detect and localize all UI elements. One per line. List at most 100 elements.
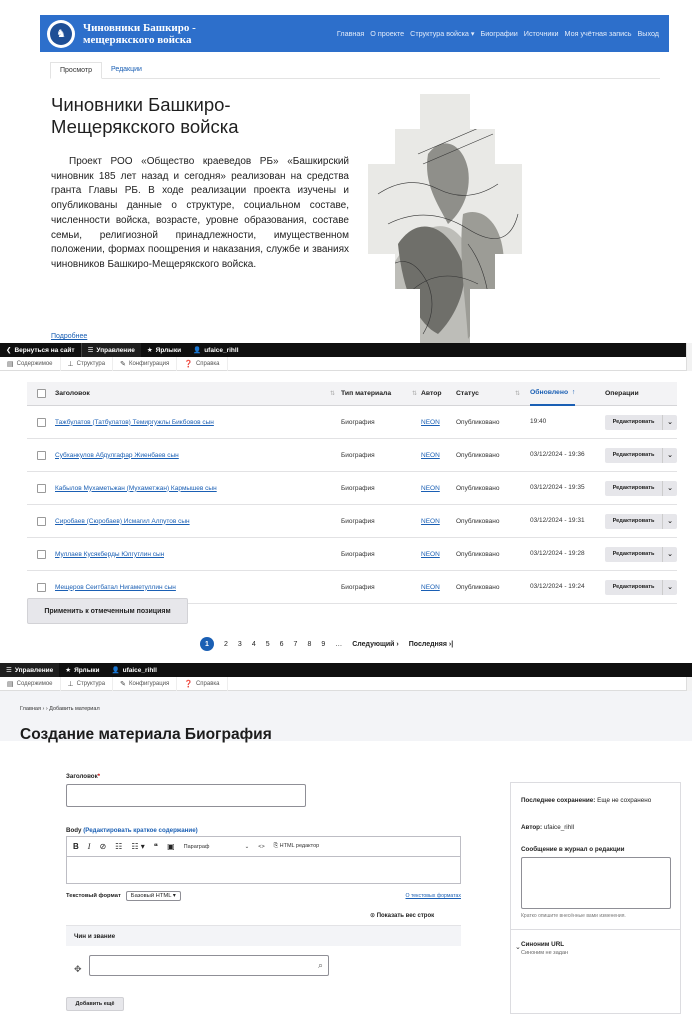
toolbar-user[interactable]: 👤 ufaice_rihll	[106, 663, 163, 677]
edit-button[interactable]: Редактировать	[605, 546, 663, 562]
pager-item[interactable]: 5	[266, 641, 270, 648]
numbered-list-icon[interactable]: ☷ ▾	[131, 842, 144, 851]
breadcrumb[interactable]: Главная › › Добавить материал	[20, 706, 100, 712]
row-title-link[interactable]: Тажбулатов (Татбулатов) Темиргужлы Бикбо…	[55, 419, 214, 426]
nav-about[interactable]: О проекте	[370, 29, 404, 38]
code-icon[interactable]: <>	[258, 844, 264, 850]
back-to-site[interactable]: ❮ Вернуться на сайт	[0, 343, 81, 357]
read-more-link[interactable]: Подробнее	[51, 333, 87, 340]
link-icon[interactable]: ⊘	[99, 842, 106, 851]
tab-revisions[interactable]: Редакции	[102, 62, 151, 79]
dropdown-toggle-icon[interactable]: ⌄	[663, 514, 677, 529]
dropdown-toggle-icon[interactable]: ⌄	[663, 448, 677, 463]
text-format-help-link[interactable]: О текстовых форматах	[406, 893, 462, 899]
row-title-link[interactable]: Муллаев Кусякберды Юлгутлин сын	[55, 551, 164, 558]
dropdown-toggle-icon[interactable]: ⌄	[663, 580, 677, 595]
toolbar-shortcuts[interactable]: ★ Ярлыки	[141, 343, 187, 357]
bold-button[interactable]: B	[73, 842, 79, 851]
toolbar-manage[interactable]: ☰ Управление	[81, 343, 141, 357]
row-title-link[interactable]: Мещеров Сеитбатал Нигаметуллин сын	[55, 584, 176, 591]
subbar-structure[interactable]: ⊥ Структура	[61, 676, 114, 691]
th-author[interactable]: Автор	[421, 390, 456, 397]
italic-button[interactable]: I	[88, 842, 91, 851]
row-title-link[interactable]: Кабылов Мухаметьжан (Мухаметжан) Кармыше…	[55, 485, 217, 492]
row-checkbox[interactable]	[36, 516, 46, 526]
row-author-link[interactable]: NEON	[421, 419, 440, 426]
edit-button[interactable]: Редактировать	[605, 447, 663, 463]
pager-item[interactable]: 7	[294, 641, 298, 648]
pager-last[interactable]: Последняя ›|	[409, 641, 453, 648]
th-updated[interactable]: Обновлено ↑	[530, 382, 576, 406]
rank-autocomplete-input[interactable]: ⌕	[89, 955, 329, 976]
row-checkbox[interactable]	[36, 483, 46, 493]
revision-log-textarea[interactable]	[521, 857, 671, 909]
show-row-weights-button[interactable]: ⊙ Показать вес строк	[370, 912, 434, 919]
nav-biographies[interactable]: Биографии	[481, 29, 518, 38]
dropdown-toggle-icon[interactable]: ⌄	[663, 481, 677, 496]
dropdown-toggle-icon[interactable]: ⌄	[663, 415, 677, 430]
edit-button[interactable]: Редактировать	[605, 480, 663, 496]
nav-logout[interactable]: Выход	[637, 29, 659, 38]
subbar-help[interactable]: ❓ Справка	[177, 676, 228, 691]
toolbar-manage[interactable]: ☰ Управление	[0, 663, 60, 677]
image-icon[interactable]: ▣	[167, 842, 175, 851]
body-editor[interactable]	[66, 856, 461, 884]
th-title[interactable]: Заголовок ⇅	[55, 390, 341, 397]
row-title-cell: Субханкулов Абдулгафар Жиенбаев сын	[55, 452, 341, 459]
bulleted-list-icon[interactable]: ☷	[115, 842, 122, 851]
row-author-link[interactable]: NEON	[421, 518, 440, 525]
row-title-link[interactable]: Сиробаев (Сюробаев) Исмагил Алпутов сын	[55, 518, 190, 525]
row-author-link[interactable]: NEON	[421, 452, 440, 459]
edit-button[interactable]: Редактировать	[605, 414, 663, 430]
title-input[interactable]	[66, 784, 306, 807]
subbar-config[interactable]: ✎ Конфигурация	[113, 356, 178, 371]
drag-handle-icon[interactable]: ✥	[74, 964, 82, 975]
subbar-structure[interactable]: ⊥ Структура	[61, 356, 114, 371]
nav-structure[interactable]: Структура войска ▾	[410, 29, 474, 38]
pager-item[interactable]: 6	[280, 641, 284, 648]
edit-summary-link[interactable]: (Редактировать краткое содержание)	[83, 827, 198, 834]
row-checkbox[interactable]	[36, 417, 46, 427]
apply-to-selected-button[interactable]: Применить к отмеченным позициям	[27, 598, 188, 624]
row-author-link[interactable]: NEON	[421, 485, 440, 492]
site-name[interactable]: Чиновники Башкиро - мещерякского войска	[83, 22, 233, 46]
nav-sources[interactable]: Источники	[524, 29, 559, 38]
toolbar-shortcuts[interactable]: ★ Ярлыки	[59, 663, 105, 677]
toolbar-user[interactable]: 👤 ufaice_rihll	[187, 343, 244, 357]
pager-item[interactable]: 9	[321, 641, 325, 648]
edit-button[interactable]: Редактировать	[605, 513, 663, 529]
url-alias-toggle[interactable]: Синоним URL Синоним не задан	[521, 941, 568, 956]
row-checkbox[interactable]	[36, 549, 46, 559]
add-more-button[interactable]: Добавить ещё	[66, 997, 124, 1011]
dropdown-toggle-icon[interactable]: ⌄	[663, 547, 677, 562]
pager-next[interactable]: Следующий ›	[352, 641, 399, 648]
table-row: Сиробаев (Сюробаев) Исмагил Алпутов сын Б…	[27, 505, 677, 538]
nav-account[interactable]: Моя учётная запись	[565, 29, 632, 38]
th-status[interactable]: Статус ⇅	[456, 390, 526, 397]
row-checkbox[interactable]	[36, 450, 46, 460]
subbar-config[interactable]: ✎ Конфигурация	[113, 676, 178, 691]
pager-item[interactable]: 4	[252, 641, 256, 648]
subbar-content[interactable]: ▤ Содержимое	[0, 676, 61, 691]
nav-home[interactable]: Главная	[337, 29, 364, 38]
source-editing-button[interactable]: ⎘ HTML редактор	[274, 843, 320, 850]
row-author-link[interactable]: NEON	[421, 584, 440, 591]
blockquote-icon[interactable]: ❝	[154, 842, 158, 851]
scrollbar[interactable]	[686, 677, 692, 691]
pager-item[interactable]: 2	[224, 641, 228, 648]
th-type[interactable]: Тип материала ⇅	[341, 390, 421, 397]
pager-item[interactable]: 3	[238, 641, 242, 648]
pager-item[interactable]: 8	[307, 641, 311, 648]
subbar-content[interactable]: ▤ Содержимое	[0, 356, 61, 371]
row-author-link[interactable]: NEON	[421, 551, 440, 558]
site-logo[interactable]: ♞	[47, 19, 75, 48]
text-format-select[interactable]: Базовый HTML ▾	[125, 891, 181, 901]
subbar-help[interactable]: ❓ Справка	[177, 356, 228, 371]
edit-button[interactable]: Редактировать	[605, 579, 663, 595]
select-all-checkbox[interactable]	[36, 389, 46, 398]
scrollbar[interactable]	[686, 343, 692, 371]
row-title-link[interactable]: Субханкулов Абдулгафар Жиенбаев сын	[55, 452, 179, 459]
tab-view[interactable]: Просмотр	[50, 62, 102, 79]
paragraph-select[interactable]: Параграф	[184, 844, 236, 850]
row-checkbox[interactable]	[36, 582, 46, 592]
